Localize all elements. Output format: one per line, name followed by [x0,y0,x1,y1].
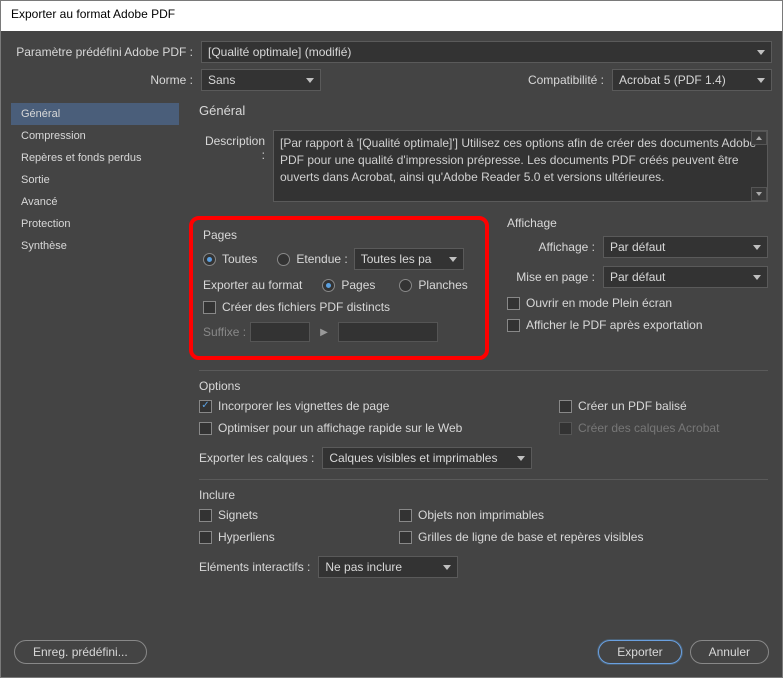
fullscreen-label: Ouvrir en mode Plein écran [526,296,672,310]
display-group: Affichage Affichage : Par défaut Mise en… [507,216,768,332]
tagged-label: Créer un PDF balisé [578,399,687,413]
scroll-up-icon[interactable] [751,131,767,145]
acrobat-layers-label: Créer des calques Acrobat [578,421,719,435]
pages-all-radio[interactable] [203,253,216,266]
include-group: Inclure Signets Hyperliens [199,488,768,578]
scroll-down-icon[interactable] [751,187,767,201]
description-label: Description : [199,130,273,162]
panel-title: Général [199,103,768,118]
interactive-label: Eléments interactifs : [199,560,318,574]
acrobat-layers-checkbox [559,422,572,435]
suffix-input-2[interactable] [338,322,438,342]
description-text: [Par rapport à '[Qualité optimale]'] Uti… [280,136,756,184]
bookmarks-label: Signets [218,508,258,522]
layout-label: Mise en page : [507,270,603,284]
separate-files-label: Créer des fichiers PDF distincts [222,300,390,314]
save-preset-button[interactable]: Enreg. prédéfini... [14,640,147,664]
fast-web-checkbox[interactable] [199,422,212,435]
sidebar-item-advanced[interactable]: Avancé [11,191,179,213]
export-button[interactable]: Exporter [598,640,681,664]
sidebar-item-marks-bleeds[interactable]: Repères et fonds perdus [11,147,179,169]
interactive-select[interactable]: Ne pas inclure [318,556,458,578]
guides-checkbox[interactable] [399,531,412,544]
preset-select[interactable]: [Qualité optimale] (modifié) [201,41,772,63]
hyperlinks-label: Hyperliens [218,530,275,544]
export-layers-select[interactable]: Calques visibles et imprimables [322,447,532,469]
suffix-input-1[interactable] [250,322,310,342]
tagged-checkbox[interactable] [559,400,572,413]
sidebar-item-compression[interactable]: Compression [11,125,179,147]
sidebar-item-output[interactable]: Sortie [11,169,179,191]
thumbnails-label: Incorporer les vignettes de page [218,399,389,413]
standard-label: Norme : [11,73,201,87]
view-label: Affichage : [507,240,603,254]
guides-label: Grilles de ligne de base et repères visi… [418,530,643,544]
description-textarea[interactable]: [Par rapport à '[Qualité optimale]'] Uti… [273,130,768,202]
layout-select[interactable]: Par défaut [603,266,768,288]
non-printing-checkbox[interactable] [399,509,412,522]
export-as-label: Exporter au format [203,278,302,292]
bookmarks-checkbox[interactable] [199,509,212,522]
suffix-label: Suffixe : [203,325,246,339]
separate-files-checkbox[interactable] [203,301,216,314]
sidebar-item-summary[interactable]: Synthèse [11,235,179,257]
display-group-title: Affichage [507,216,768,230]
general-panel: Général Description : [Par rapport à '[Q… [179,103,772,633]
pages-group: Pages Toutes Etendue : Toutes les pa Exp [189,216,489,360]
pages-group-title: Pages [203,228,475,242]
view-select[interactable]: Par défaut [603,236,768,258]
sidebar: Général Compression Repères et fonds per… [11,103,179,633]
view-after-checkbox[interactable] [507,319,520,332]
export-pdf-dialog: Exporter au format Adobe PDF Paramètre p… [0,0,783,678]
pages-range-select[interactable]: Toutes les pa [354,248,464,270]
sidebar-item-security[interactable]: Protection [11,213,179,235]
pages-range-label: Etendue : [296,252,347,266]
preset-label: Paramètre prédéfini Adobe PDF : [11,45,201,59]
export-pages-radio[interactable] [322,279,335,292]
include-group-title: Inclure [199,488,768,502]
compat-select[interactable]: Acrobat 5 (PDF 1.4) [612,69,772,91]
pages-range-radio[interactable] [277,253,290,266]
options-group: Options Incorporer les vignettes de page… [199,379,768,469]
hyperlinks-checkbox[interactable] [199,531,212,544]
options-group-title: Options [199,379,768,393]
export-layers-label: Exporter les calques : [199,451,322,465]
view-after-label: Afficher le PDF après exportation [526,318,703,332]
compat-label: Compatibilité : [528,73,612,87]
cancel-button[interactable]: Annuler [690,640,769,664]
export-pages-label: Pages [341,278,375,292]
non-printing-label: Objets non imprimables [418,508,544,522]
export-spreads-radio[interactable] [399,279,412,292]
thumbnails-checkbox[interactable] [199,400,212,413]
export-spreads-label: Planches [418,278,467,292]
pages-all-label: Toutes [222,252,257,266]
fullscreen-checkbox[interactable] [507,297,520,310]
sidebar-item-general[interactable]: Général [11,103,179,125]
arrow-right-icon: ▶ [314,327,334,338]
dialog-footer: Enreg. prédéfini... Exporter Annuler [14,640,769,664]
fast-web-label: Optimiser pour un affichage rapide sur l… [218,421,462,435]
standard-select[interactable]: Sans [201,69,321,91]
window-title: Exporter au format Adobe PDF [1,1,782,31]
